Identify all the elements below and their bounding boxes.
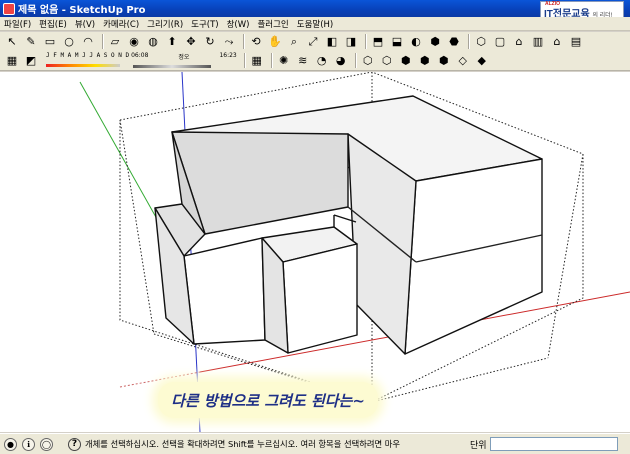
wireframe-icon[interactable]: ⬡ <box>360 53 376 69</box>
orbit-icon[interactable]: ⟲ <box>248 34 264 50</box>
push-pull-icon[interactable]: ⬆ <box>164 34 180 50</box>
time-slider[interactable] <box>133 61 212 70</box>
user-icon[interactable]: ◯ <box>40 437 53 451</box>
bulb-icon[interactable]: ✺ <box>276 53 292 69</box>
monochrome-icon[interactable]: ⬢ <box>436 53 452 69</box>
pan-icon[interactable]: ✋ <box>267 34 283 50</box>
components-icon[interactable]: ⬢ <box>427 34 443 50</box>
get-models-icon[interactable]: ⬒ <box>370 34 386 50</box>
model-viewport[interactable]: 다른 방법으로 그려도 된다는~ <box>0 72 630 432</box>
brand-watermark: ALZIO IT전문교육 의 리더! <box>540 1 624 20</box>
circle-icon[interactable]: ○ <box>61 34 77 50</box>
xray-icon[interactable]: ◇ <box>455 53 471 69</box>
tape-measure-icon[interactable]: ◉ <box>126 34 142 50</box>
paint-bucket-icon[interactable]: ◍ <box>145 34 161 50</box>
menu-plugins[interactable]: 플러그인 <box>257 18 288 30</box>
date-slider[interactable] <box>46 60 120 69</box>
secondary-toolbar: ▦ ◩ J F M A M J J A S O N D 06:08 정오 16:… <box>0 51 630 71</box>
top-view-icon[interactable]: ▢ <box>492 34 508 50</box>
window-title: 제목 없음 - SketchUp Pro <box>18 5 146 16</box>
menu-bar: 파일(F) 편집(E) 뷰(V) 카메라(C) 그리기(R) 도구(T) 창(W… <box>0 17 630 31</box>
credits-icon[interactable]: ℹ <box>22 437 35 451</box>
status-bar: ● ℹ ◯ ? 개체를 선택하십시오. 선택을 확대하려면 Shift를 누르십… <box>0 433 630 454</box>
status-message: 개체를 선택하십시오. 선택을 확대하려면 Shift를 누르십시오. 여러 항… <box>85 439 401 449</box>
shadow-months: J F M A M J J A S O N D <box>46 52 130 59</box>
pencil-icon[interactable]: ✎ <box>23 34 39 50</box>
measurements-input[interactable] <box>490 437 618 451</box>
hidden-line-icon[interactable]: ⬡ <box>379 53 395 69</box>
previous-view-icon[interactable]: ◧ <box>324 34 340 50</box>
follow-me-icon[interactable]: ⤳ <box>221 34 237 50</box>
back-edges-icon[interactable]: ◆ <box>474 53 490 69</box>
left-view-icon[interactable]: ▤ <box>568 34 584 50</box>
menu-file[interactable]: 파일(F) <box>4 18 31 30</box>
share-model-icon[interactable]: ⬓ <box>389 34 405 50</box>
time-end: 16:23 <box>219 51 237 59</box>
help-icon[interactable]: ? <box>68 437 81 451</box>
title-bar: 제목 없음 - SketchUp Pro ALZIO IT전문교육 의 리더! <box>0 0 630 20</box>
model-canvas <box>79 72 630 432</box>
arc-icon[interactable]: ◠ <box>80 34 96 50</box>
fog-icon[interactable]: ≋ <box>295 53 311 69</box>
section-cut-icon[interactable]: ◕ <box>333 53 349 69</box>
annotation-caption: 다른 방법으로 그려도 된다는~ <box>158 382 378 418</box>
shadow-panel: J F M A M J J A S O N D 06:08 정오 16:23 <box>46 52 237 70</box>
layers-manager-icon[interactable]: ▦ <box>4 53 20 69</box>
measurements-label: 단위 <box>470 441 487 451</box>
shaded-icon[interactable]: ⬢ <box>398 53 414 69</box>
rectangle-icon[interactable]: ▭ <box>42 34 58 50</box>
menu-help[interactable]: 도움말(H) <box>297 18 333 30</box>
menu-tools[interactable]: 도구(T) <box>191 18 218 30</box>
move-icon[interactable]: ✥ <box>183 34 199 50</box>
time-start: 06:08 <box>131 51 149 59</box>
back-view-icon[interactable]: ⌂ <box>549 34 565 50</box>
zoom-icon[interactable]: ⌕ <box>286 34 302 50</box>
menu-view[interactable]: 뷰(V) <box>75 18 95 30</box>
eraser-icon[interactable]: ▱ <box>107 34 123 50</box>
front-view-icon[interactable]: ⌂ <box>511 34 527 50</box>
section-plane-icon[interactable]: ◔ <box>314 53 330 69</box>
main-toolbar: ↖ ✎ ▭ ○ ◠ ▱ ◉ ◍ ⬆ ✥ ↻ ⤳ ⟲ ✋ ⌕ ⤢ ◧ ◨ ⬒ ⬓ ◐ ⬢ ⬣ ⬡ ▢ ⌂ ▥ ⌂ ▤ <box>0 32 630 51</box>
menu-edit[interactable]: 편집(E) <box>39 18 67 30</box>
materials-icon[interactable]: ⬣ <box>446 34 462 50</box>
google-earth-icon[interactable]: ◐ <box>408 34 424 50</box>
menu-draw[interactable]: 그리기(R) <box>147 18 183 30</box>
caption-text: 다른 방법으로 그려도 된다는~ <box>171 391 365 410</box>
right-view-icon[interactable]: ▥ <box>530 34 546 50</box>
shadow-settings-icon[interactable]: ◩ <box>23 53 39 69</box>
next-view-icon[interactable]: ◨ <box>343 34 359 50</box>
middle-box <box>261 214 358 354</box>
layer-icon[interactable]: ▦ <box>249 53 265 69</box>
textured-icon[interactable]: ⬢ <box>417 53 433 69</box>
rotate-icon[interactable]: ↻ <box>202 34 218 50</box>
time-noon: 정오 <box>178 53 190 61</box>
menu-window[interactable]: 창(W) <box>227 18 250 30</box>
geo-location-icon[interactable]: ● <box>4 437 17 451</box>
iso-view-icon[interactable]: ⬡ <box>473 34 489 50</box>
select-icon[interactable]: ↖ <box>4 34 20 50</box>
sketchup-logo-icon <box>3 2 15 15</box>
time-labels: 06:08 정오 16:23 <box>131 52 237 61</box>
zoom-extents-icon[interactable]: ⤢ <box>305 34 321 50</box>
menu-camera[interactable]: 카메라(C) <box>103 18 139 30</box>
